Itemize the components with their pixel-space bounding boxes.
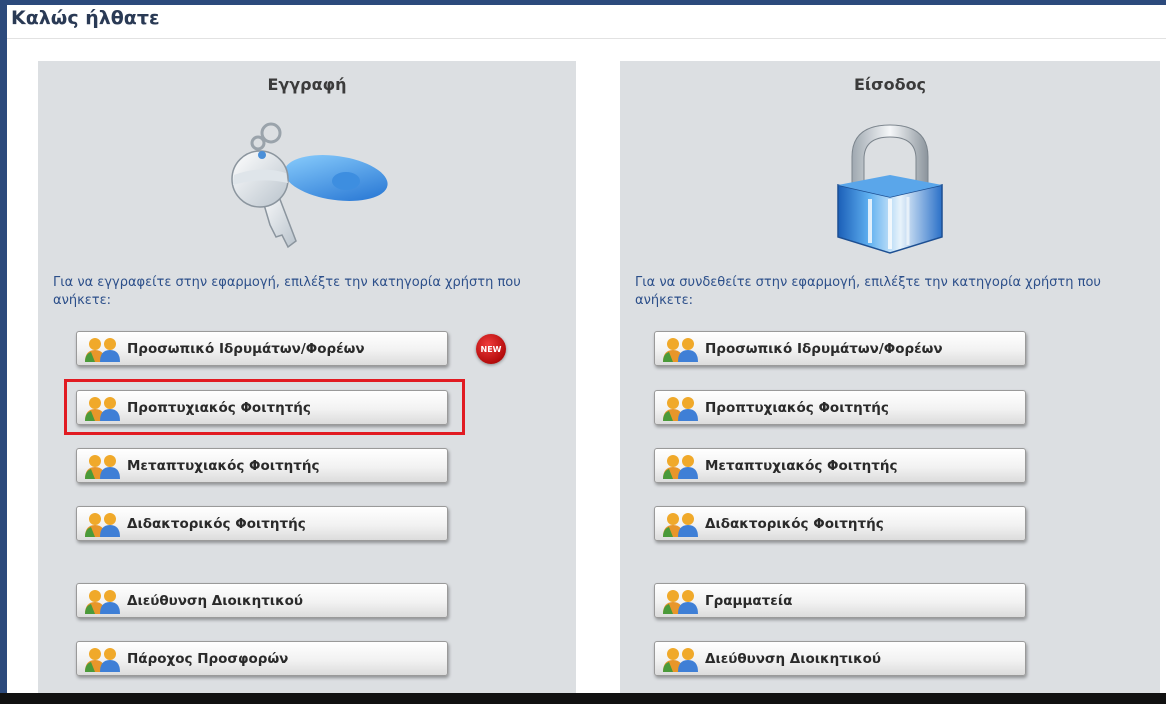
- login-undergraduate-label: Προπτυχιακός Φοιτητής: [705, 399, 889, 416]
- users-icon: [663, 396, 698, 421]
- window-frame-bottom: [0, 693, 1166, 704]
- users-icon: [85, 647, 120, 672]
- login-doctoral-label: Διδακτορικός Φοιτητής: [705, 515, 884, 532]
- login-title: Είσοδος: [853, 75, 927, 94]
- users-icon: [85, 454, 120, 479]
- login-secretariat-button[interactable]: Γραμματεία: [654, 583, 1026, 618]
- window-frame-left: [0, 0, 7, 704]
- title-divider: [7, 38, 1166, 39]
- users-icon: [85, 337, 120, 362]
- registration-title: Εγγραφή: [267, 75, 347, 94]
- key-icon: [231, 122, 388, 249]
- register-staff-label: Προσωπικό Ιδρυμάτων/Φορέων: [127, 340, 365, 357]
- login-postgraduate-button[interactable]: Μεταπτυχιακός Φοιτητής: [654, 448, 1026, 483]
- register-doctoral-button[interactable]: Διδακτορικός Φοιτητής: [76, 506, 448, 541]
- users-icon: [85, 589, 120, 614]
- login-staff-label: Προσωπικό Ιδρυμάτων/Φορέων: [705, 340, 943, 357]
- register-offers-provider-label: Πάροχος Προσφορών: [127, 650, 289, 667]
- login-staff-button[interactable]: Προσωπικό Ιδρυμάτων/Φορέων: [654, 331, 1026, 366]
- login-admin-directorate-button[interactable]: Διεύθυνση Διοικητικού: [654, 641, 1026, 676]
- register-staff-button[interactable]: Προσωπικό Ιδρυμάτων/Φορέων: [76, 331, 448, 366]
- login-admin-directorate-label: Διεύθυνση Διοικητικού: [705, 650, 882, 667]
- users-icon: [663, 337, 698, 362]
- login-undergraduate-button[interactable]: Προπτυχιακός Φοιτητής: [654, 390, 1026, 425]
- register-admin-directorate-label: Διεύθυνση Διοικητικού: [127, 592, 304, 609]
- highlight-box: [64, 379, 465, 435]
- register-offers-provider-button[interactable]: Πάροχος Προσφορών: [76, 641, 448, 676]
- users-icon: [663, 512, 698, 537]
- login-doctoral-button[interactable]: Διδακτορικός Φοιτητής: [654, 506, 1026, 541]
- new-badge: NEW: [476, 334, 506, 364]
- register-postgraduate-button[interactable]: Μεταπτυχιακός Φοιτητής: [76, 448, 448, 483]
- padlock-icon: [837, 124, 943, 254]
- login-instructions: Για να συνδεθείτε στην εφαρμογή, επιλέξτ…: [635, 275, 1101, 308]
- users-icon: [85, 512, 120, 537]
- login-secretariat-label: Γραμματεία: [705, 592, 793, 609]
- page-title: Καλώς ήλθατε: [11, 7, 160, 29]
- window-frame-top: [0, 0, 1166, 5]
- users-icon: [663, 454, 698, 479]
- login-postgraduate-label: Μεταπτυχιακός Φοιτητής: [705, 457, 898, 474]
- register-doctoral-label: Διδακτορικός Φοιτητής: [127, 515, 306, 532]
- users-icon: [663, 647, 698, 672]
- register-admin-directorate-button[interactable]: Διεύθυνση Διοικητικού: [76, 583, 448, 618]
- register-postgraduate-label: Μεταπτυχιακός Φοιτητής: [127, 457, 320, 474]
- registration-instructions: Για να εγγραφείτε στην εφαρμογή, επιλέξτ…: [53, 275, 521, 308]
- users-icon: [663, 589, 698, 614]
